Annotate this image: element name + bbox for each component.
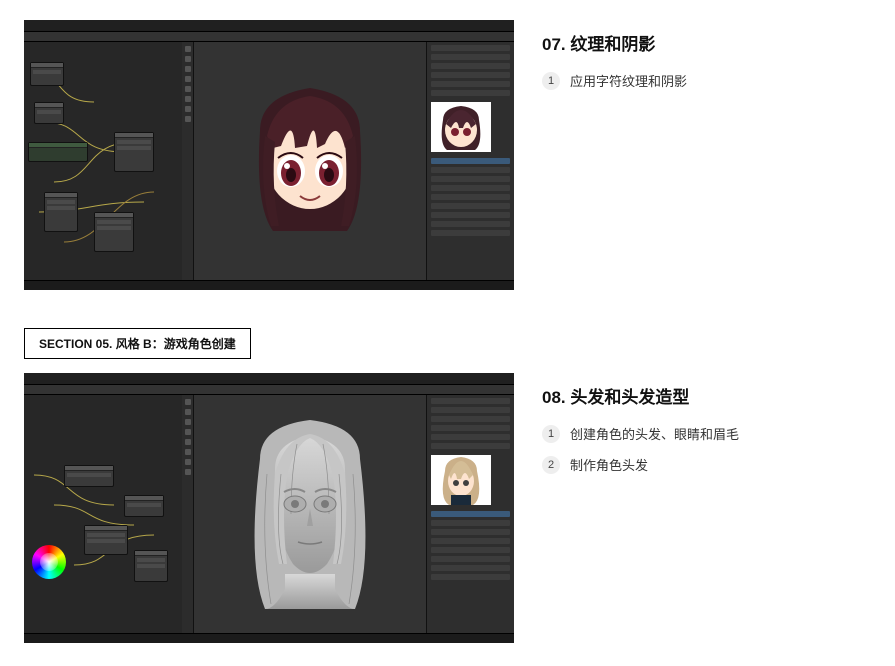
viewport-3d	[194, 395, 426, 633]
menubar	[24, 32, 514, 42]
shader-node	[94, 212, 134, 252]
lesson-title: 07. 纹理和阴影	[542, 30, 871, 55]
properties-panel	[426, 395, 514, 633]
shader-node	[44, 192, 78, 232]
lesson-steps: 1 应用字符纹理和阴影	[542, 71, 871, 90]
reference-image	[431, 102, 491, 152]
shader-node	[64, 465, 114, 487]
step-number: 2	[542, 456, 560, 474]
node-editor-panel	[24, 42, 182, 280]
lesson-row-07: 07. 纹理和阴影 1 应用字符纹理和阴影	[24, 20, 871, 290]
topbar	[24, 20, 514, 32]
lesson-row-08: 08. 头发和头发造型 1 创建角色的头发、眼睛和眉毛 2 制作角色头发	[24, 373, 871, 643]
lesson-description-08: 08. 头发和头发造型 1 创建角色的头发、眼睛和眉毛 2 制作角色头发	[542, 373, 871, 486]
step-text: 创建角色的头发、眼睛和眉毛	[570, 424, 739, 443]
menubar	[24, 385, 514, 395]
lesson-steps: 1 创建角色的头发、眼睛和眉毛 2 制作角色头发	[542, 424, 871, 474]
step-text: 应用字符纹理和阴影	[570, 71, 687, 90]
shader-node	[84, 525, 128, 555]
status-bar	[24, 633, 514, 643]
step-number: 1	[542, 425, 560, 443]
shader-node	[114, 132, 154, 172]
node-editor-panel	[24, 395, 182, 633]
lesson-step: 1 应用字符纹理和阴影	[542, 71, 871, 90]
character-sculpt-clay	[235, 414, 385, 614]
thumbnail-08	[24, 373, 514, 643]
shader-node	[30, 62, 64, 86]
reference-image	[431, 455, 491, 505]
tool-column	[182, 395, 194, 633]
shader-node-group	[28, 142, 88, 162]
status-bar	[24, 280, 514, 290]
lesson-step: 2 制作角色头发	[542, 455, 871, 474]
topbar	[24, 373, 514, 385]
step-number: 1	[542, 72, 560, 90]
character-render-chibi	[245, 76, 375, 246]
lesson-step: 1 创建角色的头发、眼睛和眉毛	[542, 424, 871, 443]
lesson-title: 08. 头发和头发造型	[542, 383, 871, 408]
viewport-3d	[194, 42, 426, 280]
properties-panel	[426, 42, 514, 280]
step-text: 制作角色头发	[570, 455, 648, 474]
lesson-description-07: 07. 纹理和阴影 1 应用字符纹理和阴影	[542, 20, 871, 102]
section-divider: SECTION 05. 风格 B：游戏角色创建	[24, 328, 251, 359]
thumbnail-07	[24, 20, 514, 290]
color-wheel	[32, 545, 66, 579]
tool-column	[182, 42, 194, 280]
shader-node	[34, 102, 64, 124]
shader-node	[124, 495, 164, 517]
shader-node	[134, 550, 168, 582]
